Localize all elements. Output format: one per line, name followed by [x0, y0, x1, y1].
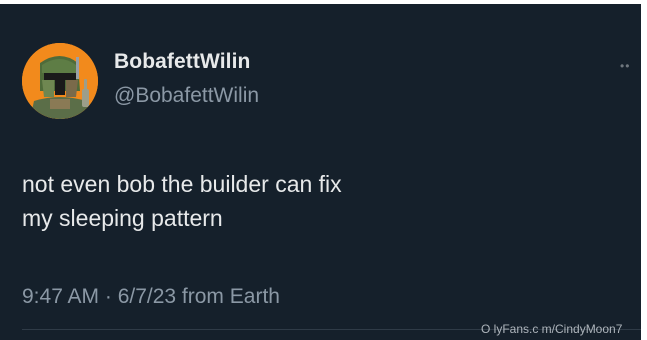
tweet-text-line: not even bob the builder can fix: [22, 171, 342, 197]
more-options-icon[interactable]: ••: [620, 59, 630, 73]
page-edge: [641, 0, 647, 340]
user-handle[interactable]: @BobafettWilin: [114, 84, 259, 108]
tweet-card: BobafettWilin @BobafettWilin •• not even…: [0, 4, 641, 340]
avatar[interactable]: [22, 43, 98, 119]
boba-fett-helmet-icon: [22, 43, 98, 119]
tweet-text: not even bob the builder can fix my slee…: [22, 167, 582, 235]
display-name[interactable]: BobafettWilin: [114, 50, 250, 74]
tweet-timestamp[interactable]: 9:47 AM · 6/7/23 from Earth: [22, 285, 280, 309]
watermark-text: O lyFans.c m/CindyMoon7: [481, 322, 623, 336]
tweet-text-line: my sleeping pattern: [22, 205, 223, 231]
